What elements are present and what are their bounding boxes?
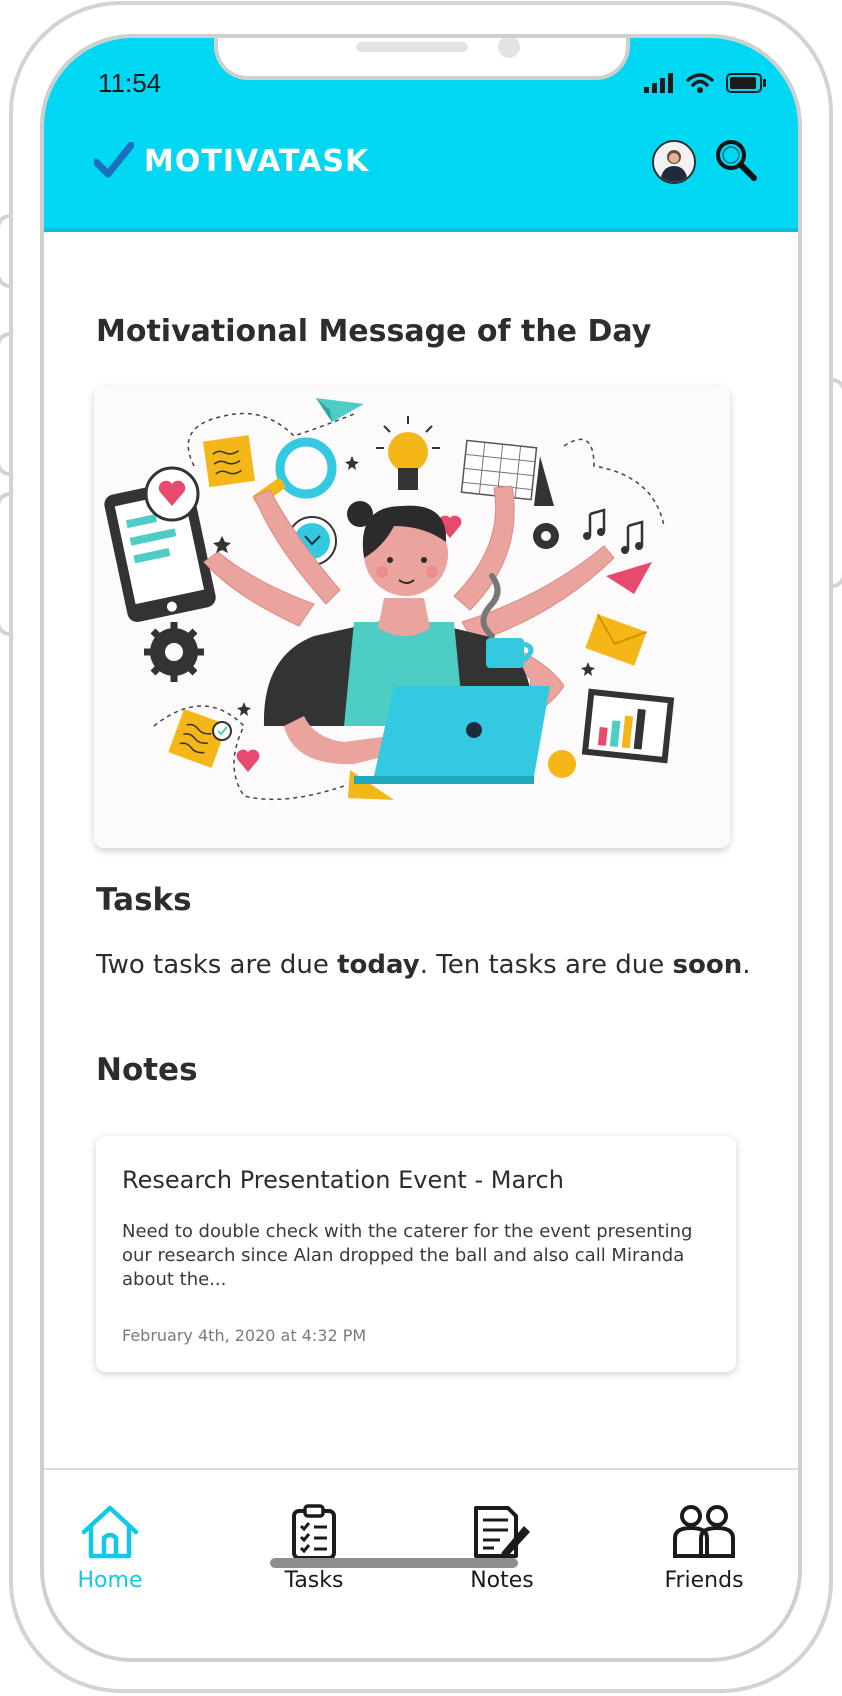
home-indicator-bar[interactable] — [270, 1558, 518, 1568]
tasks-heading: Tasks — [96, 882, 192, 918]
app-header: 11:54 MOTIVATASK — [44, 38, 798, 232]
tasks-summary-text: . Ten tasks are due — [419, 950, 673, 980]
clipboard-checklist-icon — [292, 1504, 336, 1560]
avatar-image — [654, 142, 694, 182]
notes-heading: Notes — [96, 1052, 198, 1088]
home-icon — [81, 1505, 139, 1559]
friends-icon — [673, 1505, 735, 1558]
nav-item-friends[interactable]: Friends — [644, 1504, 764, 1593]
status-icons — [644, 72, 768, 94]
tasks-summary[interactable]: Two tasks are due today. Ten tasks are d… — [96, 950, 751, 980]
cellular-signal-icon — [644, 73, 673, 93]
motivational-message-heading: Motivational Message of the Day — [96, 314, 652, 349]
front-camera — [498, 38, 520, 58]
nav-label-friends: Friends — [664, 1568, 744, 1593]
notes-edit-icon — [474, 1506, 530, 1558]
note-body: Need to double check with the caterer fo… — [122, 1221, 693, 1290]
nav-item-home[interactable]: Home — [50, 1504, 170, 1593]
nav-item-tasks[interactable]: Tasks — [254, 1504, 374, 1593]
tasks-due-today: today — [337, 950, 420, 980]
wifi-icon — [686, 73, 714, 93]
tasks-due-soon: soon — [672, 950, 743, 980]
tasks-summary-text: Two tasks are due — [96, 950, 338, 980]
tasks-summary-text: . — [742, 950, 751, 980]
note-date: February 4th, 2020 at 4:32 PM — [122, 1326, 367, 1345]
screen: 11:54 MOTIVATASK Motivational Message of… — [0, 0, 842, 1696]
nav-label-notes: Notes — [470, 1568, 534, 1593]
app-logo[interactable]: MOTIVATASK — [94, 142, 369, 180]
checkmark-icon — [94, 142, 134, 178]
note-title: Research Presentation Event - March — [122, 1166, 564, 1194]
speaker-grille — [356, 42, 468, 52]
nav-label-tasks: Tasks — [284, 1568, 344, 1593]
note-card[interactable]: Research Presentation Event - March Need… — [96, 1136, 736, 1372]
nav-label-home: Home — [77, 1568, 143, 1593]
search-icon[interactable] — [714, 138, 758, 182]
user-avatar[interactable] — [652, 140, 696, 184]
motivational-illustration-card — [94, 386, 730, 848]
status-time: 11:54 — [98, 68, 162, 98]
battery-icon — [726, 73, 766, 93]
multitasking-illustration — [104, 398, 675, 801]
nav-item-notes[interactable]: Notes — [442, 1504, 562, 1593]
app-name: MOTIVATASK — [144, 143, 370, 179]
phone-notch — [214, 38, 630, 80]
phone-screen: 11:54 MOTIVATASK Motivational Message of… — [40, 34, 802, 1662]
